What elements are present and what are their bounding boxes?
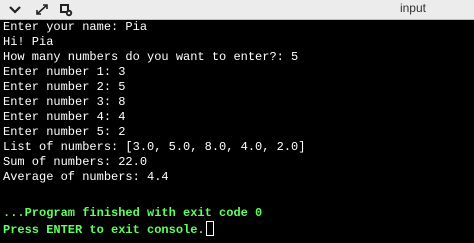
expand-button[interactable] (32, 2, 52, 17)
console-line: Sum of numbers: 22.0 (3, 155, 148, 169)
stop-gear-icon (60, 3, 73, 16)
console-line: Enter number 4: 4 (3, 110, 126, 124)
text-cursor[interactable] (205, 221, 214, 236)
stop-button[interactable] (56, 2, 76, 17)
console-line: List of numbers: [3.0, 5.0, 8.0, 4.0, 2.… (3, 140, 306, 154)
output-toolbar: input (0, 0, 474, 20)
console-line: Enter number 5: 2 (3, 125, 126, 139)
online-ide-output-panel: input Enter your name: Pia Hi! Pia How m… (0, 0, 474, 243)
collapse-button[interactable] (5, 2, 25, 17)
tab-input[interactable]: input (400, 2, 426, 14)
console-line: Average of numbers: 4.4 (3, 170, 169, 184)
chevron-down-icon (9, 5, 21, 14)
exit-status-message: ...Program finished with exit code 0 (3, 206, 263, 220)
console-line: Enter number 3: 8 (3, 95, 126, 109)
exit-prompt-message: Press ENTER to exit console. (3, 223, 205, 237)
console-line: Enter number 1: 3 (3, 65, 126, 79)
console-line: Hi! Pia (3, 35, 54, 49)
console-line: How many numbers do you want to enter?: … (3, 50, 299, 64)
expand-arrows-icon (36, 4, 48, 15)
console-line: Enter number 2: 5 (3, 80, 126, 94)
console-output[interactable]: Enter your name: Pia Hi! Pia How many nu… (0, 20, 474, 243)
console-line: Enter your name: Pia (3, 20, 148, 34)
exit-prompt-line: Press ENTER to exit console. (3, 221, 214, 238)
